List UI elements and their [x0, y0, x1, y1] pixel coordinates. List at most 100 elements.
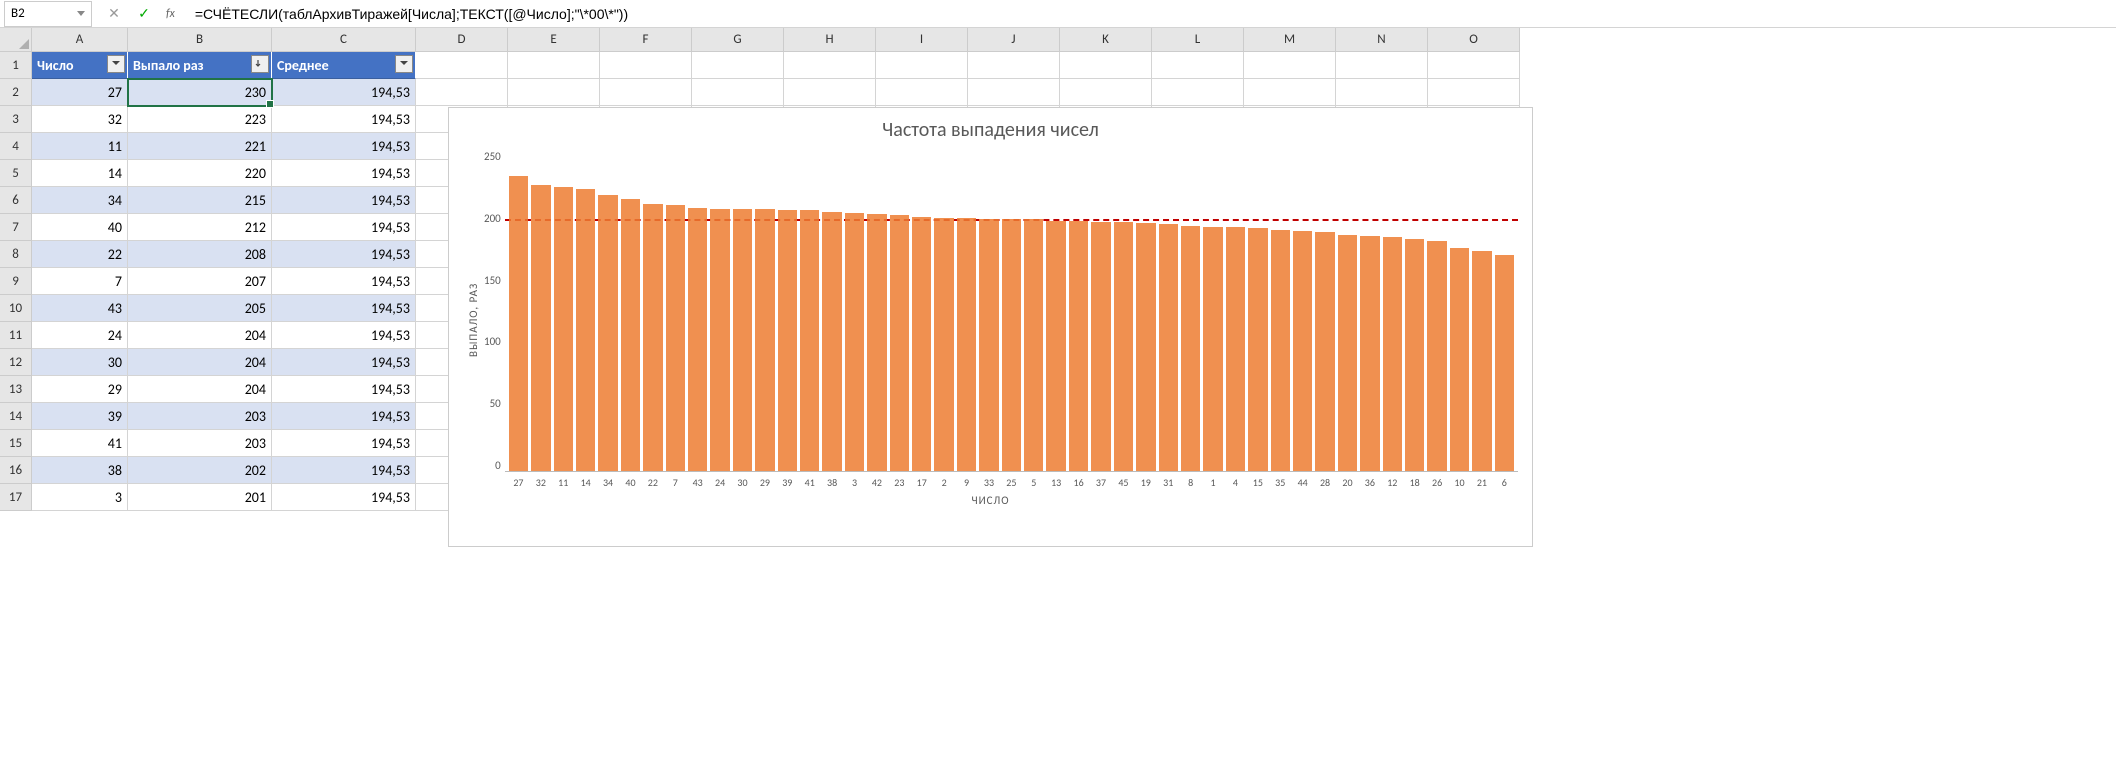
- column-header-K[interactable]: K: [1060, 28, 1152, 52]
- row-header-9[interactable]: 9: [0, 268, 32, 295]
- row-header-11[interactable]: 11: [0, 322, 32, 349]
- row-header-5[interactable]: 5: [0, 160, 32, 187]
- column-header-O[interactable]: O: [1428, 28, 1520, 52]
- cell-B15[interactable]: 203: [128, 430, 272, 457]
- cell-A8[interactable]: 22: [32, 241, 128, 268]
- cell-B8[interactable]: 208: [128, 241, 272, 268]
- cell-A6[interactable]: 34: [32, 187, 128, 214]
- cell-B10[interactable]: 205: [128, 295, 272, 322]
- name-box[interactable]: B2: [4, 1, 92, 27]
- row-header-15[interactable]: 15: [0, 430, 32, 457]
- cell-B4[interactable]: 221: [128, 133, 272, 160]
- cell-A1[interactable]: Число: [32, 52, 128, 79]
- cell-C16[interactable]: 194,53: [272, 457, 416, 484]
- cell-J2[interactable]: [968, 79, 1060, 106]
- column-header-L[interactable]: L: [1152, 28, 1244, 52]
- cell-D2[interactable]: [416, 79, 508, 106]
- column-header-H[interactable]: H: [784, 28, 876, 52]
- row-header-14[interactable]: 14: [0, 403, 32, 430]
- cell-A4[interactable]: 11: [32, 133, 128, 160]
- row-header-7[interactable]: 7: [0, 214, 32, 241]
- cell-B12[interactable]: 204: [128, 349, 272, 376]
- cell-C10[interactable]: 194,53: [272, 295, 416, 322]
- cell-A3[interactable]: 32: [32, 106, 128, 133]
- cell-B7[interactable]: 212: [128, 214, 272, 241]
- cell-C1[interactable]: Среднее: [272, 52, 416, 79]
- row-header-2[interactable]: 2: [0, 79, 32, 106]
- cell-A2[interactable]: 27: [32, 79, 128, 106]
- row-header-8[interactable]: 8: [0, 241, 32, 268]
- select-all-corner[interactable]: [0, 28, 32, 52]
- cancel-icon[interactable]: ✕: [106, 6, 122, 22]
- cell-I1[interactable]: [876, 52, 968, 79]
- cell-A13[interactable]: 29: [32, 376, 128, 403]
- formula-input[interactable]: [189, 6, 2116, 22]
- row-header-6[interactable]: 6: [0, 187, 32, 214]
- cell-B2[interactable]: 230: [128, 79, 272, 106]
- cell-C6[interactable]: 194,53: [272, 187, 416, 214]
- row-header-3[interactable]: 3: [0, 106, 32, 133]
- name-box-dropdown-icon[interactable]: [77, 11, 85, 16]
- cell-B11[interactable]: 204: [128, 322, 272, 349]
- cell-M1[interactable]: [1244, 52, 1336, 79]
- cell-F2[interactable]: [600, 79, 692, 106]
- row-header-16[interactable]: 16: [0, 457, 32, 484]
- cell-A9[interactable]: 7: [32, 268, 128, 295]
- cell-K2[interactable]: [1060, 79, 1152, 106]
- column-header-E[interactable]: E: [508, 28, 600, 52]
- row-header-13[interactable]: 13: [0, 376, 32, 403]
- cell-A15[interactable]: 41: [32, 430, 128, 457]
- cell-E1[interactable]: [508, 52, 600, 79]
- cell-C17[interactable]: 194,53: [272, 484, 416, 511]
- cell-B16[interactable]: 202: [128, 457, 272, 484]
- filter-dropdown-icon[interactable]: [395, 55, 413, 73]
- column-header-N[interactable]: N: [1336, 28, 1428, 52]
- cell-B1[interactable]: Выпало раз: [128, 52, 272, 79]
- cell-L1[interactable]: [1152, 52, 1244, 79]
- cell-B13[interactable]: 204: [128, 376, 272, 403]
- row-header-17[interactable]: 17: [0, 484, 32, 511]
- cell-C14[interactable]: 194,53: [272, 403, 416, 430]
- cell-G1[interactable]: [692, 52, 784, 79]
- cell-C7[interactable]: 194,53: [272, 214, 416, 241]
- cell-C13[interactable]: 194,53: [272, 376, 416, 403]
- cell-F1[interactable]: [600, 52, 692, 79]
- row-header-1[interactable]: 1: [0, 52, 32, 79]
- column-header-G[interactable]: G: [692, 28, 784, 52]
- cell-C2[interactable]: 194,53: [272, 79, 416, 106]
- filter-dropdown-icon[interactable]: [107, 55, 125, 73]
- column-header-M[interactable]: M: [1244, 28, 1336, 52]
- row-header-12[interactable]: 12: [0, 349, 32, 376]
- cell-K1[interactable]: [1060, 52, 1152, 79]
- cell-B6[interactable]: 215: [128, 187, 272, 214]
- column-header-A[interactable]: A: [32, 28, 128, 52]
- cell-H2[interactable]: [784, 79, 876, 106]
- cell-E2[interactable]: [508, 79, 600, 106]
- fx-icon[interactable]: fx: [166, 7, 175, 21]
- cell-A17[interactable]: 3: [32, 484, 128, 511]
- chart[interactable]: Частота выпадения чисел ВЫПАЛО, РАЗ 2502…: [448, 107, 1533, 547]
- cell-B17[interactable]: 201: [128, 484, 272, 511]
- cell-A10[interactable]: 43: [32, 295, 128, 322]
- cell-A14[interactable]: 39: [32, 403, 128, 430]
- cell-C9[interactable]: 194,53: [272, 268, 416, 295]
- sort-desc-icon[interactable]: [251, 55, 269, 73]
- cell-O2[interactable]: [1428, 79, 1520, 106]
- row-header-4[interactable]: 4: [0, 133, 32, 160]
- column-header-C[interactable]: C: [272, 28, 416, 52]
- cell-C8[interactable]: 194,53: [272, 241, 416, 268]
- column-header-B[interactable]: B: [128, 28, 272, 52]
- confirm-icon[interactable]: ✓: [136, 6, 152, 22]
- cell-C15[interactable]: 194,53: [272, 430, 416, 457]
- cell-A5[interactable]: 14: [32, 160, 128, 187]
- cell-N2[interactable]: [1336, 79, 1428, 106]
- cell-L2[interactable]: [1152, 79, 1244, 106]
- cell-D1[interactable]: [416, 52, 508, 79]
- cell-M2[interactable]: [1244, 79, 1336, 106]
- cell-J1[interactable]: [968, 52, 1060, 79]
- column-header-I[interactable]: I: [876, 28, 968, 52]
- cell-O1[interactable]: [1428, 52, 1520, 79]
- cell-B14[interactable]: 203: [128, 403, 272, 430]
- cell-B3[interactable]: 223: [128, 106, 272, 133]
- cell-A12[interactable]: 30: [32, 349, 128, 376]
